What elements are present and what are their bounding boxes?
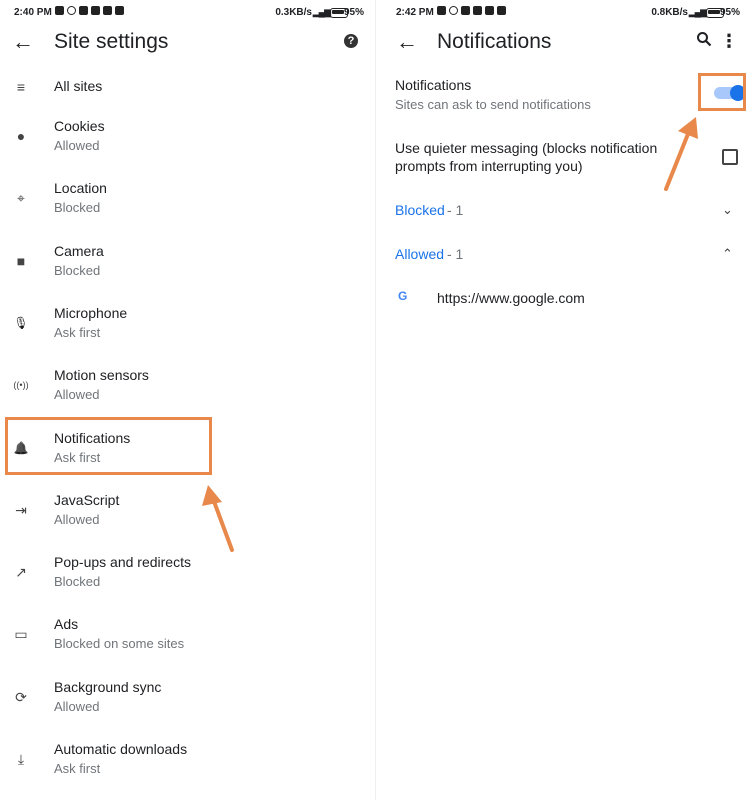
notifications-screen: 2:42 PM 0.8KB/s ▂▄▆ 95% ← Notifications … [376, 0, 752, 800]
whatsapp-icon [67, 6, 76, 15]
status-bar: 2:40 PM 0.3KB/s ▂▄▆ 95% [0, 0, 376, 26]
back-arrow-icon[interactable]: ← [396, 28, 418, 56]
settings-item-subtitle: Ask first [54, 324, 101, 340]
settings-item-background-sync[interactable]: ⟳ Background sync Allowed [0, 668, 376, 728]
notification-icons [437, 6, 506, 15]
allowed-count: - 1 [447, 246, 464, 262]
sync-icon: ⟳ [15, 688, 27, 705]
youtube-icon [485, 6, 494, 15]
battery-percent: 95% [343, 7, 364, 18]
settings-item-title: JavaScript [54, 491, 120, 508]
ads-icon: ▭ [14, 626, 28, 643]
settings-item-subtitle: Allowed [54, 138, 100, 153]
page-title: Notifications [437, 30, 552, 53]
help-icon[interactable]: ? [344, 34, 358, 48]
facebook-icon [55, 6, 64, 15]
chevron-down-icon[interactable]: ⌄ [722, 202, 733, 218]
highlight-box-toggle [698, 73, 746, 111]
settings-item-subtitle: Blocked [54, 262, 101, 278]
facebook-icon [437, 6, 446, 15]
toggle-subtitle: Sites can ask to send notifications [395, 97, 591, 112]
camera-icon: ■ [16, 252, 26, 269]
motion-sensor-icon: ((•)) [13, 380, 29, 391]
toggle-title: Notifications [395, 77, 472, 93]
quiet-messaging-checkbox[interactable] [722, 149, 738, 165]
arrow-annotation [664, 117, 698, 191]
more-options-icon[interactable]: ⋮ [720, 32, 738, 50]
youtube-icon [91, 6, 100, 15]
settings-item-subtitle: Blocked on some sites [54, 636, 185, 652]
list-icon: ≡ [16, 79, 26, 95]
settings-item-subtitle: Blocked [54, 200, 101, 216]
app-bar: ← Notifications ⋮ [376, 26, 752, 60]
youtube-icon [461, 6, 470, 15]
settings-item-javascript[interactable]: ⇥ JavaScript Allowed [0, 481, 376, 541]
blocked-count: - 1 [447, 202, 464, 218]
download-icon: ⤓ [17, 751, 25, 767]
signal-icon: ▂▄▆ [688, 7, 707, 17]
settings-item-title: Location [54, 180, 107, 197]
chevron-up-icon[interactable]: ⌃ [722, 246, 733, 262]
youtube-icon [103, 6, 112, 15]
site-url: https://www.google.com [437, 290, 585, 306]
settings-item-motion-sensors[interactable]: ((•)) Motion sensors Allowed [0, 356, 376, 416]
location-pin-icon: ⌖ [17, 190, 25, 207]
blocked-label: Blocked [395, 202, 445, 218]
status-bar: 2:42 PM 0.8KB/s ▂▄▆ 95% [376, 0, 752, 26]
youtube-icon [473, 6, 482, 15]
page-title: Site settings [54, 30, 169, 53]
settings-item-cookies[interactable]: ● Cookies Allowed [0, 107, 376, 167]
quiet-messaging-line1: Use quieter messaging (blocks notificati… [395, 140, 658, 156]
settings-item-camera[interactable]: ■ Camera Blocked [0, 232, 376, 292]
settings-item-title: Camera [54, 242, 104, 259]
settings-item-title: Ads [54, 616, 79, 633]
settings-item-title: Pop-ups and redirects [54, 554, 191, 571]
settings-item-ads[interactable]: ▭ Ads Blocked on some sites [0, 605, 376, 665]
app-bar: ← Site settings ? [0, 26, 376, 60]
settings-item-title: Automatic downloads [54, 741, 188, 757]
notification-icons [55, 6, 124, 15]
popup-icon: ↗ [15, 564, 27, 581]
network-speed: 0.8KB/s [651, 7, 688, 18]
settings-item-microphone[interactable]: 🎙 Microphone Ask first [0, 294, 376, 354]
youtube-icon [115, 6, 124, 15]
settings-item-title: Cookies [54, 118, 105, 134]
arrow-annotation [202, 485, 234, 552]
settings-item-location[interactable]: ⌖ Location Blocked [0, 169, 376, 229]
status-time: 2:40 PM [14, 7, 52, 18]
settings-item-subtitle: Allowed [54, 387, 100, 403]
battery-percent: 95% [719, 7, 740, 18]
network-speed: 0.3KB/s [275, 7, 312, 18]
google-g-icon: G [398, 289, 408, 303]
youtube-icon [79, 6, 88, 15]
search-icon[interactable] [696, 31, 712, 47]
settings-item-title: All sites [54, 78, 103, 94]
settings-item-subtitle: Blocked [54, 574, 101, 590]
settings-item-title: Background sync [54, 678, 162, 695]
settings-item-title: Microphone [54, 304, 128, 321]
allowed-label: Allowed [395, 246, 445, 262]
back-arrow-icon[interactable]: ← [12, 28, 34, 56]
signal-icon: ▂▄▆ [312, 7, 331, 17]
whatsapp-icon [449, 6, 458, 15]
microphone-icon: 🎙 [13, 315, 29, 330]
settings-item-automatic-downloads[interactable]: ⤓ Automatic downloads Ask first [0, 730, 376, 790]
settings-item-title: Motion sensors [54, 367, 149, 384]
highlight-box-notifications [5, 417, 212, 475]
settings-item-subtitle: Allowed [54, 511, 100, 527]
settings-item-subtitle: Allowed [54, 698, 100, 714]
settings-item-subtitle: Ask first [54, 761, 101, 776]
site-settings-screen: 2:40 PM 0.3KB/s ▂▄▆ 95% ← Site settings … [0, 0, 376, 800]
youtube-icon [497, 6, 506, 15]
quiet-messaging-line2: prompts from interrupting you) [395, 158, 583, 174]
cookie-icon: ● [16, 128, 26, 144]
settings-item-pop-ups-and-redirects[interactable]: ↗ Pop-ups and redirects Blocked [0, 543, 376, 603]
javascript-icon: ⇥ [15, 501, 27, 518]
status-time: 2:42 PM [396, 7, 434, 18]
